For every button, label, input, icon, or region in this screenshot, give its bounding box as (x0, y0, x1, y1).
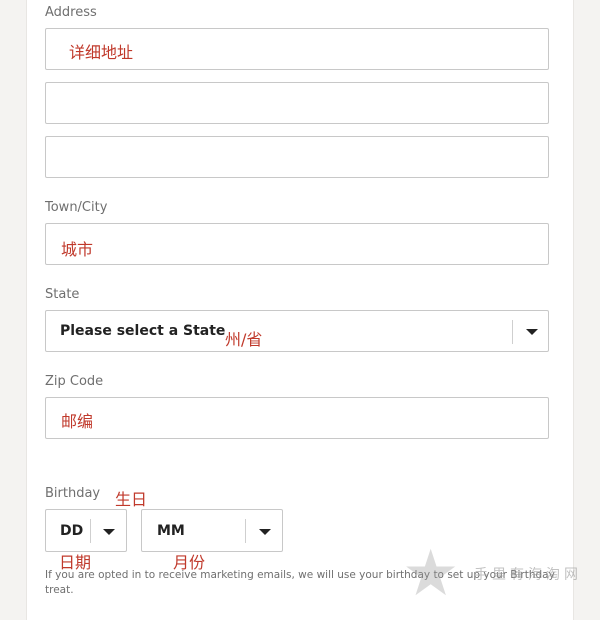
zip-field[interactable]: 邮编 (45, 397, 549, 439)
chevron-down-icon (103, 529, 115, 535)
state-select-divider (512, 320, 513, 344)
address-line2-field[interactable] (45, 82, 549, 124)
city-label: Town/City (45, 200, 108, 215)
address-line3-field[interactable] (45, 136, 549, 178)
state-label: State (45, 287, 80, 302)
birthday-day-value: DD (60, 523, 84, 539)
star-icon: ★ (402, 537, 460, 611)
city-annotation: 城市 (61, 240, 94, 259)
zip-annotation: 邮编 (61, 412, 94, 431)
birthday-month-value: MM (157, 523, 185, 539)
month-select-divider (245, 519, 246, 543)
state-select[interactable]: Please select a State 州/省 (45, 310, 549, 352)
zip-label: Zip Code (45, 374, 104, 389)
birthday-label: Birthday (45, 486, 101, 501)
state-select-value: Please select a State (60, 323, 226, 339)
birthday-month-select[interactable]: MM (141, 509, 283, 552)
address-label: Address (45, 5, 97, 20)
state-annotation: 州/省 (225, 330, 263, 349)
watermark: ★ 手里有海淘网 (400, 540, 600, 610)
chevron-down-icon (259, 529, 271, 535)
watermark-text: 手里有海淘网 (474, 567, 582, 583)
birthday-annotation: 生日 (115, 490, 148, 509)
city-field[interactable]: 城市 (45, 223, 549, 265)
birthday-day-select[interactable]: DD (45, 509, 127, 552)
address-annotation: 详细地址 (69, 43, 134, 62)
address-line1-field[interactable]: 详细地址 (45, 28, 549, 70)
day-select-divider (90, 519, 91, 543)
chevron-down-icon (526, 329, 538, 335)
